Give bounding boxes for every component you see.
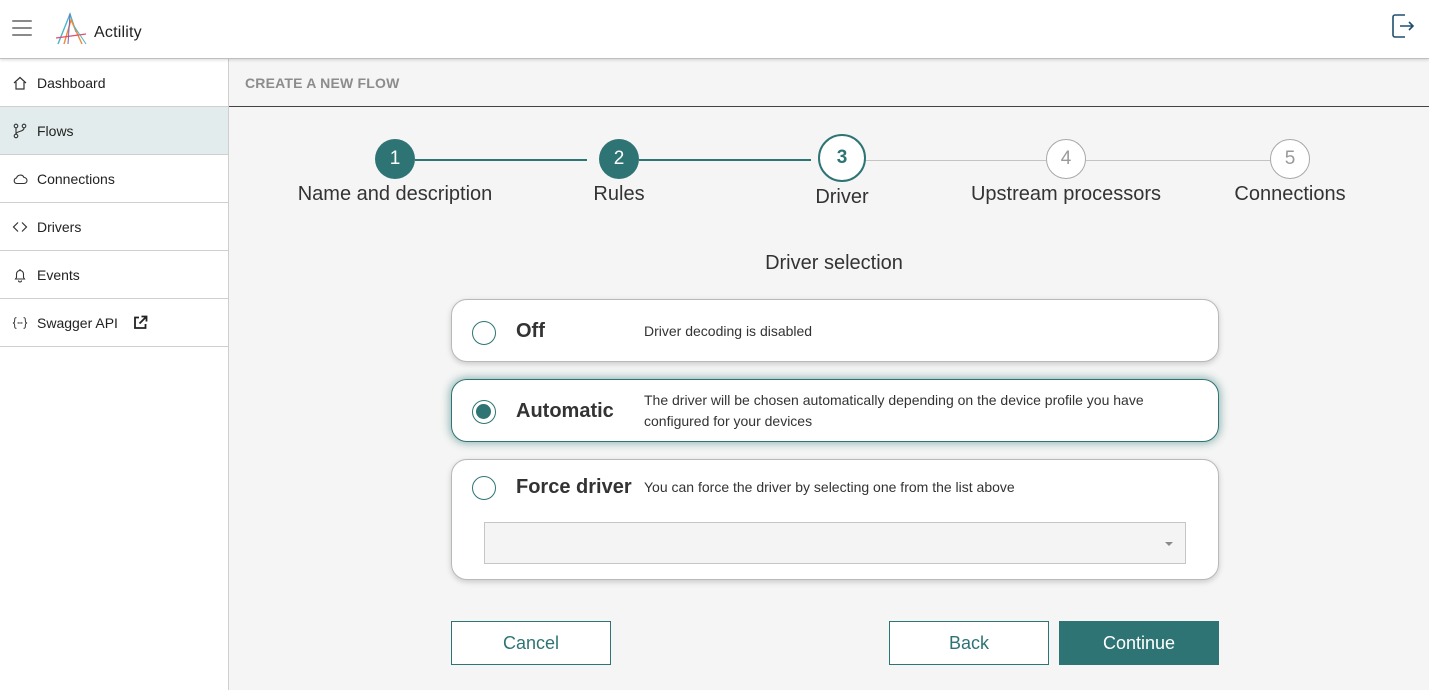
page-title: CREATE A NEW FLOW [229, 59, 1429, 107]
logout-icon[interactable] [1391, 12, 1415, 40]
flow-stepper: 1 2 3 4 5 Name and description Rules Dri… [229, 134, 1429, 214]
sidebar-item-dashboard[interactable]: Dashboard [0, 59, 228, 107]
sidebar-item-connections[interactable]: Connections [0, 155, 228, 203]
driver-select[interactable] [484, 522, 1186, 564]
hamburger-menu-icon[interactable] [12, 20, 32, 36]
option-force-driver-radio[interactable] [472, 476, 496, 500]
back-button[interactable]: Back [889, 621, 1049, 665]
bell-icon [12, 267, 28, 283]
sidebar-item-drivers[interactable]: Drivers [0, 203, 228, 251]
cloud-icon [12, 171, 28, 187]
option-off-description: Driver decoding is disabled [644, 323, 813, 339]
brand-name: Actility [94, 24, 142, 41]
option-automatic-title: Automatic [516, 400, 614, 422]
option-force-driver-title: Force driver [516, 476, 632, 498]
sidebar: Dashboard Flows Connections Drivers Even… [0, 59, 229, 690]
step-3-label: Driver [815, 186, 869, 208]
external-link-icon [133, 315, 148, 330]
step-3-circle: 3 [818, 134, 866, 182]
step-1-label: Name and description [297, 183, 493, 205]
home-icon [12, 75, 28, 91]
sidebar-item-label: Flows [37, 122, 74, 139]
sidebar-item-label: Swagger API [37, 314, 118, 331]
step-connector [415, 159, 587, 161]
main-content: CREATE A NEW FLOW 1 2 3 4 5 Name and des… [229, 59, 1429, 690]
step-4-circle: 4 [1046, 139, 1086, 179]
option-off-card[interactable]: Off Driver decoding is disabled [451, 299, 1219, 362]
sidebar-item-flows[interactable]: Flows [0, 107, 228, 155]
option-off-radio[interactable] [472, 321, 496, 345]
option-automatic-radio[interactable] [472, 400, 496, 424]
step-connector [863, 160, 1046, 161]
option-automatic-card[interactable]: Automatic The driver will be chosen auto… [451, 379, 1219, 442]
option-automatic-description: The driver will be chosen automatically … [644, 392, 1144, 429]
branch-icon [12, 123, 28, 139]
continue-button[interactable]: Continue [1059, 621, 1219, 665]
cancel-button[interactable]: Cancel [451, 621, 611, 665]
option-force-driver-description: You can force the driver by selecting on… [644, 479, 1015, 495]
option-off-title: Off [516, 320, 545, 342]
sidebar-item-label: Drivers [37, 218, 82, 235]
sidebar-item-events[interactable]: Events [0, 251, 228, 299]
sidebar-item-label: Events [37, 266, 80, 283]
braces-icon [12, 315, 28, 331]
step-connector [1086, 160, 1270, 161]
step-5-label: Connections [1234, 183, 1346, 205]
step-2-circle: 2 [599, 139, 639, 179]
step-connector [639, 159, 811, 161]
step-1-circle: 1 [375, 139, 415, 179]
step-4-label: Upstream processors [970, 183, 1162, 205]
option-force-driver-card[interactable]: Force driver You can force the driver by… [451, 459, 1219, 580]
step-5-circle: 5 [1270, 139, 1310, 179]
sidebar-item-label: Dashboard [37, 74, 106, 91]
sidebar-item-label: Connections [37, 170, 115, 187]
driver-selection-title: Driver selection [765, 252, 903, 274]
code-icon [12, 219, 28, 235]
sidebar-item-swagger-api[interactable]: Swagger API [0, 299, 228, 347]
step-2-label: Rules [593, 183, 645, 205]
top-header: Actility [0, 0, 1429, 59]
actility-logo [55, 12, 87, 45]
chevron-down-icon [1165, 542, 1173, 546]
